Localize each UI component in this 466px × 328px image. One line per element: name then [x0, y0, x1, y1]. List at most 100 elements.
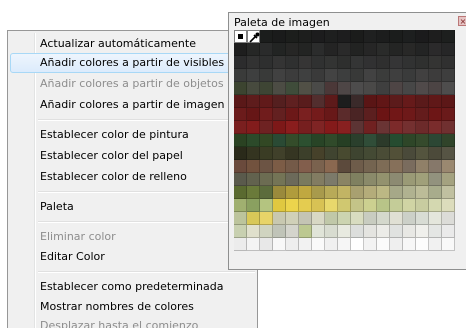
color-swatch[interactable]	[429, 108, 442, 121]
color-swatch[interactable]	[442, 199, 455, 212]
color-swatch[interactable]	[338, 69, 351, 82]
color-swatch[interactable]	[234, 238, 247, 251]
color-swatch[interactable]	[403, 30, 416, 43]
color-swatch[interactable]	[338, 186, 351, 199]
color-swatch[interactable]	[351, 225, 364, 238]
color-swatch[interactable]	[351, 199, 364, 212]
color-swatch[interactable]	[338, 43, 351, 56]
color-swatch[interactable]	[377, 186, 390, 199]
color-swatch[interactable]	[286, 199, 299, 212]
color-swatch[interactable]	[260, 121, 273, 134]
color-swatch[interactable]	[234, 173, 247, 186]
color-swatch[interactable]	[299, 199, 312, 212]
menu-item-set-default[interactable]: Establecer como predeterminada	[10, 277, 255, 297]
color-swatch[interactable]	[299, 43, 312, 56]
color-swatch[interactable]	[377, 173, 390, 186]
color-swatch[interactable]	[416, 225, 429, 238]
color-swatch[interactable]	[442, 212, 455, 225]
color-swatch[interactable]	[247, 238, 260, 251]
color-swatch[interactable]	[312, 238, 325, 251]
color-swatch[interactable]	[234, 225, 247, 238]
color-swatch[interactable]	[234, 212, 247, 225]
color-swatch[interactable]	[429, 121, 442, 134]
color-swatch[interactable]	[312, 173, 325, 186]
color-swatch[interactable]	[403, 173, 416, 186]
color-swatch[interactable]	[390, 134, 403, 147]
color-swatch[interactable]	[351, 69, 364, 82]
color-swatch[interactable]	[260, 147, 273, 160]
color-swatch[interactable]	[351, 212, 364, 225]
color-swatch[interactable]	[364, 225, 377, 238]
color-swatch[interactable]	[403, 43, 416, 56]
color-swatch[interactable]	[390, 173, 403, 186]
color-swatch[interactable]	[325, 82, 338, 95]
color-swatch[interactable]	[286, 238, 299, 251]
color-swatch[interactable]	[234, 56, 247, 69]
color-swatch[interactable]	[338, 56, 351, 69]
color-swatch[interactable]	[416, 69, 429, 82]
color-swatch[interactable]	[377, 134, 390, 147]
color-swatch[interactable]	[325, 121, 338, 134]
color-swatch[interactable]	[351, 121, 364, 134]
color-swatch[interactable]	[299, 147, 312, 160]
color-swatch[interactable]	[403, 238, 416, 251]
color-swatch[interactable]	[286, 225, 299, 238]
color-swatch[interactable]	[247, 56, 260, 69]
color-swatch[interactable]	[429, 147, 442, 160]
color-swatch[interactable]	[442, 82, 455, 95]
color-swatch[interactable]	[234, 82, 247, 95]
color-swatch[interactable]	[260, 225, 273, 238]
color-swatch[interactable]	[377, 225, 390, 238]
color-swatch[interactable]	[364, 56, 377, 69]
color-swatch[interactable]	[390, 121, 403, 134]
color-swatch[interactable]	[390, 186, 403, 199]
color-swatch[interactable]	[442, 134, 455, 147]
color-swatch[interactable]	[286, 30, 299, 43]
color-swatch[interactable]	[442, 69, 455, 82]
color-swatch[interactable]	[325, 56, 338, 69]
color-swatch[interactable]	[299, 160, 312, 173]
color-swatch[interactable]	[299, 173, 312, 186]
menu-item-add-from-visible[interactable]: Añadir colores a partir de visibles	[10, 53, 255, 73]
color-swatch[interactable]	[325, 212, 338, 225]
color-swatch[interactable]	[390, 108, 403, 121]
color-swatch[interactable]	[247, 43, 260, 56]
color-swatch[interactable]	[390, 225, 403, 238]
color-swatch[interactable]	[338, 121, 351, 134]
color-swatch[interactable]	[416, 147, 429, 160]
color-swatch[interactable]	[234, 108, 247, 121]
color-swatch[interactable]	[260, 108, 273, 121]
color-swatch[interactable]	[364, 43, 377, 56]
color-swatch[interactable]	[351, 173, 364, 186]
close-icon[interactable]: ×	[458, 16, 466, 26]
color-swatch[interactable]	[325, 186, 338, 199]
color-swatch[interactable]	[338, 225, 351, 238]
color-swatch[interactable]	[429, 82, 442, 95]
color-swatch[interactable]	[273, 56, 286, 69]
color-swatch[interactable]	[325, 238, 338, 251]
color-swatch[interactable]	[338, 82, 351, 95]
color-swatch[interactable]	[416, 186, 429, 199]
color-swatch[interactable]	[364, 186, 377, 199]
color-swatch[interactable]	[351, 82, 364, 95]
color-swatch[interactable]	[364, 173, 377, 186]
color-swatch[interactable]	[442, 238, 455, 251]
color-swatch[interactable]	[364, 95, 377, 108]
color-swatch[interactable]	[416, 82, 429, 95]
color-swatch[interactable]	[286, 134, 299, 147]
color-swatch[interactable]	[299, 56, 312, 69]
color-swatch[interactable]	[416, 212, 429, 225]
color-swatch[interactable]	[247, 82, 260, 95]
color-swatch[interactable]	[247, 95, 260, 108]
color-swatch[interactable]	[312, 134, 325, 147]
color-swatch[interactable]	[260, 82, 273, 95]
color-swatch[interactable]	[338, 147, 351, 160]
color-swatch[interactable]	[442, 121, 455, 134]
color-swatch[interactable]	[429, 69, 442, 82]
color-swatch[interactable]	[234, 95, 247, 108]
color-swatch[interactable]	[312, 212, 325, 225]
color-swatch[interactable]	[247, 69, 260, 82]
color-swatch[interactable]	[260, 134, 273, 147]
color-swatch[interactable]	[247, 134, 260, 147]
menu-item-palette[interactable]: Paleta	[10, 197, 255, 217]
